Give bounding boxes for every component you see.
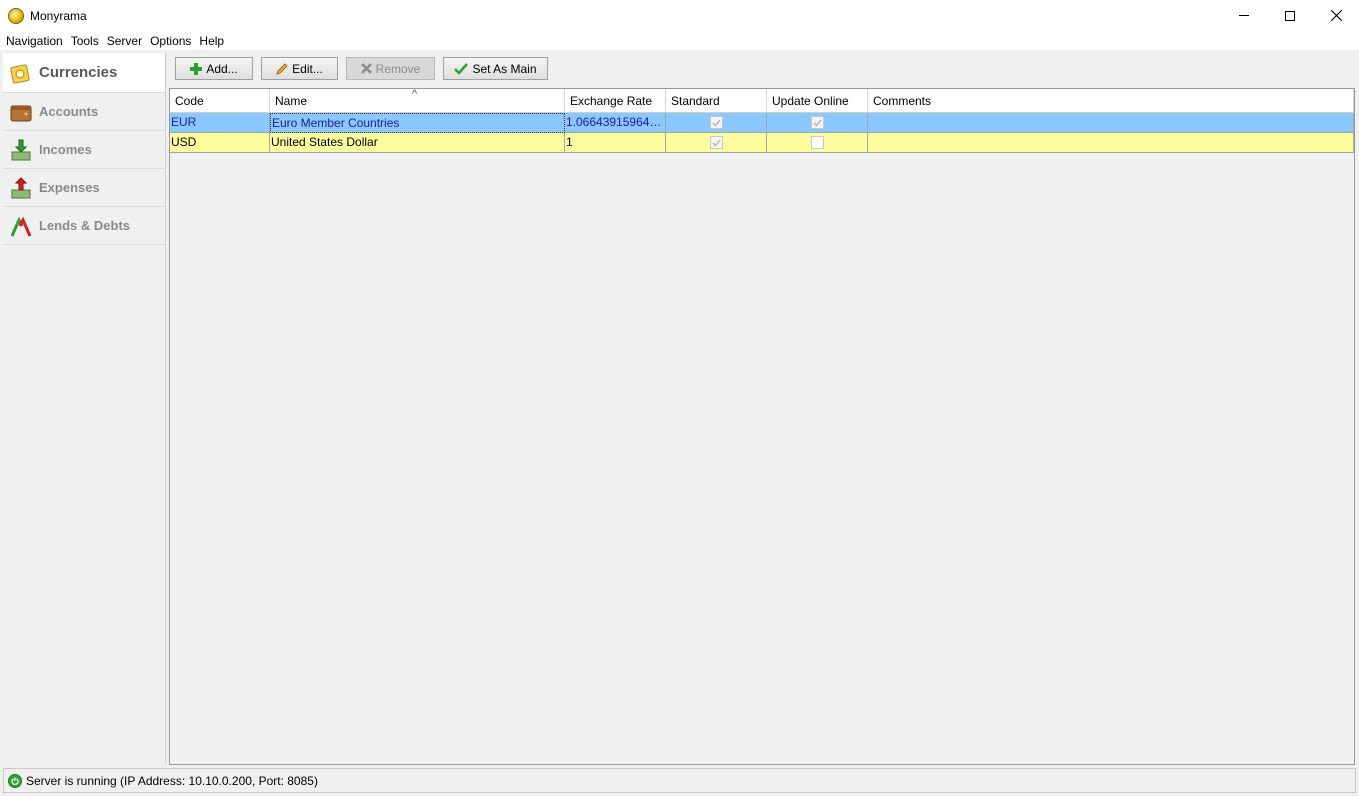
update-online-checkbox[interactable] <box>811 116 824 129</box>
sidebar-item-incomes[interactable]: Incomes <box>3 131 165 169</box>
sidebar-item-expenses[interactable]: Expenses <box>3 169 165 207</box>
edit-button[interactable]: Edit... <box>261 57 338 80</box>
cell-name[interactable]: Euro Member Countries <box>270 113 565 133</box>
table-row[interactable]: USD United States Dollar 1 <box>170 133 1354 153</box>
cell-comments[interactable] <box>868 133 1354 153</box>
column-header-standard[interactable]: Standard <box>666 89 767 113</box>
cell-standard[interactable] <box>666 133 767 153</box>
window-title: Monyrama <box>30 8 87 23</box>
cell-update-online[interactable] <box>767 113 868 133</box>
menu-help[interactable]: Help <box>195 31 228 51</box>
remove-button[interactable]: Remove <box>346 57 435 80</box>
status-bar: Server is running (IP Address: 10.10.0.2… <box>3 768 1356 793</box>
sidebar-item-label: Incomes <box>39 142 92 157</box>
cell-code[interactable]: EUR <box>170 113 270 133</box>
table-row[interactable]: EUR Euro Member Countries 1.066439159645… <box>170 113 1354 133</box>
remove-x-icon <box>360 63 372 74</box>
plus-icon <box>190 62 203 75</box>
standard-checkbox[interactable] <box>710 136 723 149</box>
app-coin-icon <box>8 7 24 24</box>
toolbar: Add... Edit... Remove Set As Main <box>170 57 556 83</box>
sidebar-item-accounts[interactable]: Accounts <box>3 93 165 131</box>
column-header-code[interactable]: Code <box>170 89 270 113</box>
column-header-exchange-rate[interactable]: Exchange Rate <box>565 89 666 113</box>
cell-standard[interactable] <box>666 113 767 133</box>
cell-exchange-rate[interactable]: 1 <box>565 133 666 153</box>
add-button-label: Add... <box>206 61 238 76</box>
pencil-icon <box>276 62 288 75</box>
column-header-comments[interactable]: Comments <box>868 89 1354 113</box>
status-text: Server is running (IP Address: 10.10.0.2… <box>26 773 318 788</box>
sidebar-item-lends-debts[interactable]: Lends & Debts <box>3 207 165 245</box>
currencies-table: Code ^ Name Exchange Rate Standard Updat… <box>169 88 1355 765</box>
table-header: Code ^ Name Exchange Rate Standard Updat… <box>170 88 1354 113</box>
sidebar-item-label: Expenses <box>39 180 100 195</box>
title-bar: Monyrama <box>0 0 1359 31</box>
maximize-button[interactable] <box>1267 0 1313 31</box>
currencies-icon <box>10 63 30 84</box>
add-button[interactable]: Add... <box>175 57 253 80</box>
navigation-sidebar: Currencies Accounts Incomes Expenses Len… <box>3 53 166 765</box>
update-online-checkbox[interactable] <box>811 136 824 149</box>
lends-debts-icon <box>10 215 32 237</box>
income-icon <box>11 139 31 160</box>
sidebar-item-label: Accounts <box>39 104 99 119</box>
menu-options[interactable]: Options <box>146 31 195 51</box>
edit-button-label: Edit... <box>292 61 323 76</box>
sidebar-item-label: Lends & Debts <box>39 218 131 233</box>
sidebar-item-label: Currencies <box>39 64 118 81</box>
minimize-button[interactable] <box>1221 0 1267 31</box>
column-header-name[interactable]: ^ Name <box>270 88 565 113</box>
menu-bar: Navigation Tools Server Options Help <box>0 31 1359 51</box>
window-controls <box>1221 0 1359 31</box>
cell-code[interactable]: USD <box>170 133 270 153</box>
column-header-update-online[interactable]: Update Online <box>767 89 868 113</box>
minimize-icon <box>1239 15 1249 16</box>
set-as-main-button[interactable]: Set As Main <box>443 57 548 80</box>
cell-update-online[interactable] <box>767 133 868 153</box>
sidebar-item-currencies[interactable]: Currencies <box>3 53 165 93</box>
menu-tools[interactable]: Tools <box>67 31 103 51</box>
expense-icon <box>11 176 31 198</box>
close-button[interactable] <box>1313 0 1359 31</box>
menu-server[interactable]: Server <box>103 31 146 51</box>
checkmark-icon <box>454 62 469 75</box>
column-header-name-label: Name <box>275 94 308 108</box>
sort-ascending-icon: ^ <box>412 88 418 100</box>
cell-comments[interactable] <box>868 113 1354 133</box>
cell-exchange-rate[interactable]: 1.066439159645... <box>565 113 666 133</box>
server-running-icon <box>8 773 22 788</box>
close-icon <box>1330 10 1342 21</box>
remove-button-label: Remove <box>375 61 421 76</box>
maximize-icon <box>1285 10 1295 21</box>
standard-checkbox[interactable] <box>710 116 723 129</box>
wallet-icon <box>10 105 32 121</box>
set-as-main-button-label: Set As Main <box>472 61 537 76</box>
cell-name[interactable]: United States Dollar <box>270 133 565 153</box>
menu-navigation[interactable]: Navigation <box>2 31 67 51</box>
